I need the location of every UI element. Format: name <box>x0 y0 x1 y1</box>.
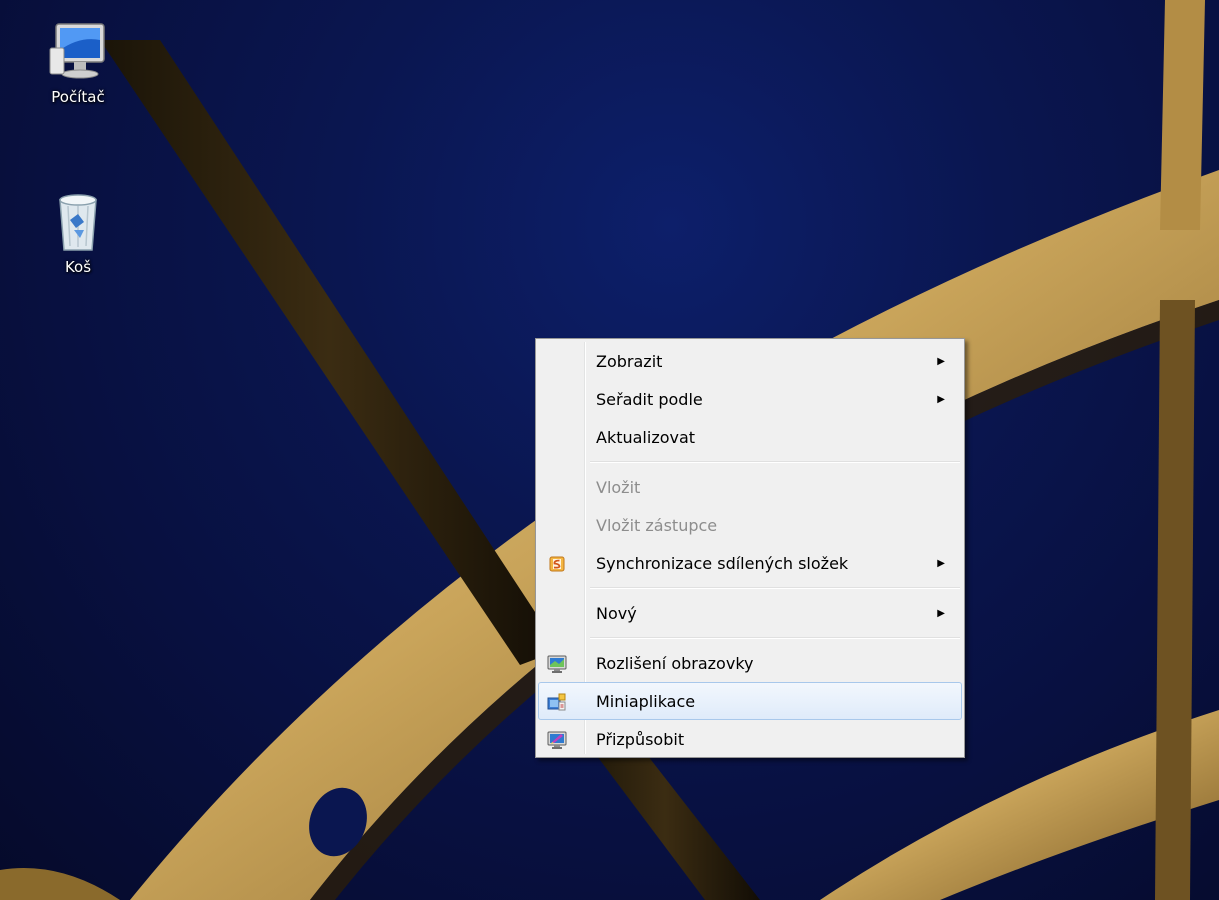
gadgets-icon <box>547 693 566 711</box>
menu-separator <box>590 587 960 589</box>
menu-item-label: Přizpůsobit <box>596 730 685 749</box>
menu-separator <box>590 461 960 463</box>
menu-item-label: Vložit zástupce <box>596 516 718 535</box>
menu-separator <box>590 637 960 639</box>
menu-item-personalize[interactable]: Přizpůsobit <box>538 720 962 758</box>
desktop-context-menu: Zobrazit ▶ Seřadit podle ▶ Aktualizovat … <box>535 338 965 758</box>
menu-item-label: Synchronizace sdílených složek <box>596 554 849 573</box>
menu-item-gadgets[interactable]: Miniaplikace <box>538 682 962 720</box>
desktop-icon-recycle-bin[interactable]: Koš <box>33 190 123 276</box>
submenu-arrow-icon: ▶ <box>937 558 945 569</box>
menu-item-screen-resolution[interactable]: Rozlišení obrazovky <box>538 644 962 682</box>
submenu-arrow-icon: ▶ <box>937 394 945 405</box>
menu-item-paste[interactable]: Vložit <box>538 468 962 506</box>
menu-item-label: Nový <box>596 604 637 623</box>
desktop-icon-label: Počítač <box>51 88 105 106</box>
menu-item-label: Vložit <box>596 478 641 497</box>
menu-item-new[interactable]: Nový ▶ <box>538 594 962 632</box>
sync-shared-folders-icon <box>549 556 565 572</box>
personalize-icon <box>547 731 567 749</box>
menu-item-label: Miniaplikace <box>596 692 696 711</box>
desktop[interactable]: Počítač Koš Zobrazit ▶ Seřadit podle ▶ A… <box>0 0 1219 900</box>
recycle-bin-icon <box>59 194 97 251</box>
screen-resolution-icon <box>547 655 567 673</box>
menu-item-label: Seřadit podle <box>596 390 703 409</box>
menu-item-refresh[interactable]: Aktualizovat <box>538 418 962 456</box>
menu-item-sort-by[interactable]: Seřadit podle ▶ <box>538 380 962 418</box>
computer-icon <box>49 23 105 79</box>
submenu-arrow-icon: ▶ <box>937 356 945 367</box>
menu-item-paste-shortcut[interactable]: Vložit zástupce <box>538 506 962 544</box>
menu-item-sync-shared-folders[interactable]: Synchronizace sdílených složek ▶ <box>538 544 962 582</box>
desktop-icon-computer[interactable]: Počítač <box>33 20 123 106</box>
submenu-arrow-icon: ▶ <box>937 608 945 619</box>
desktop-icon-label: Koš <box>64 258 92 276</box>
menu-item-label: Zobrazit <box>596 352 663 371</box>
menu-item-label: Aktualizovat <box>596 428 696 447</box>
menu-item-view[interactable]: Zobrazit ▶ <box>538 342 962 380</box>
menu-item-label: Rozlišení obrazovky <box>596 654 754 673</box>
